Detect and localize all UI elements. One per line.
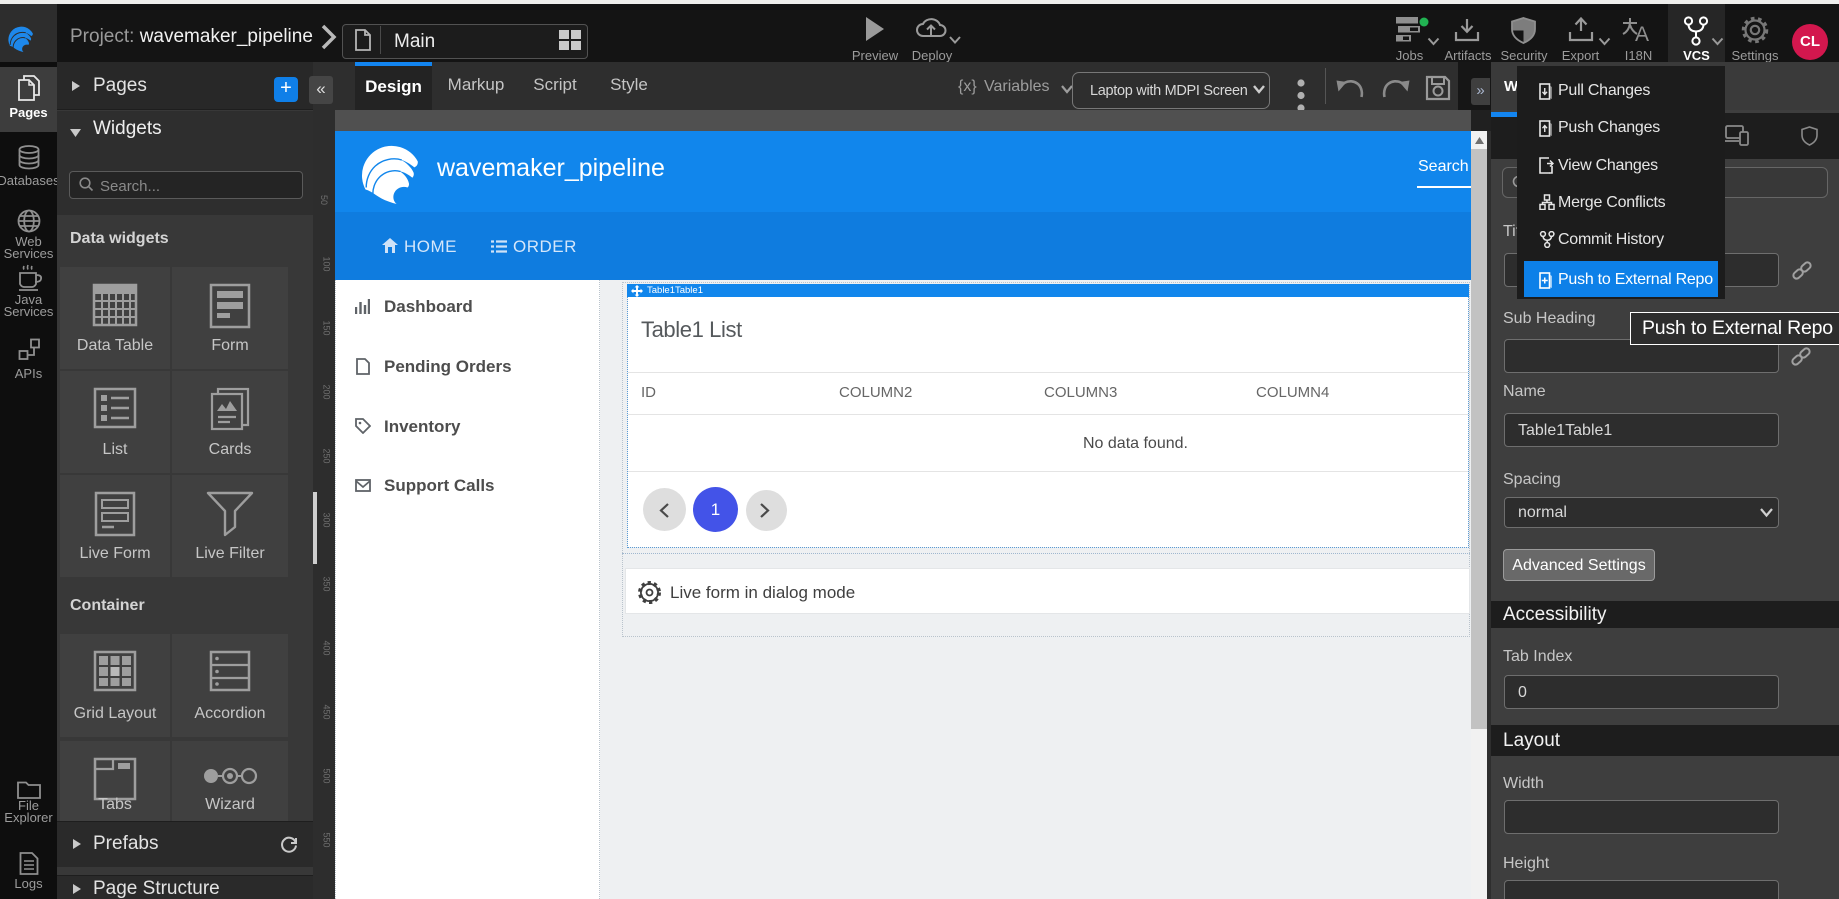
svg-text:A: A [1635, 23, 1649, 43]
